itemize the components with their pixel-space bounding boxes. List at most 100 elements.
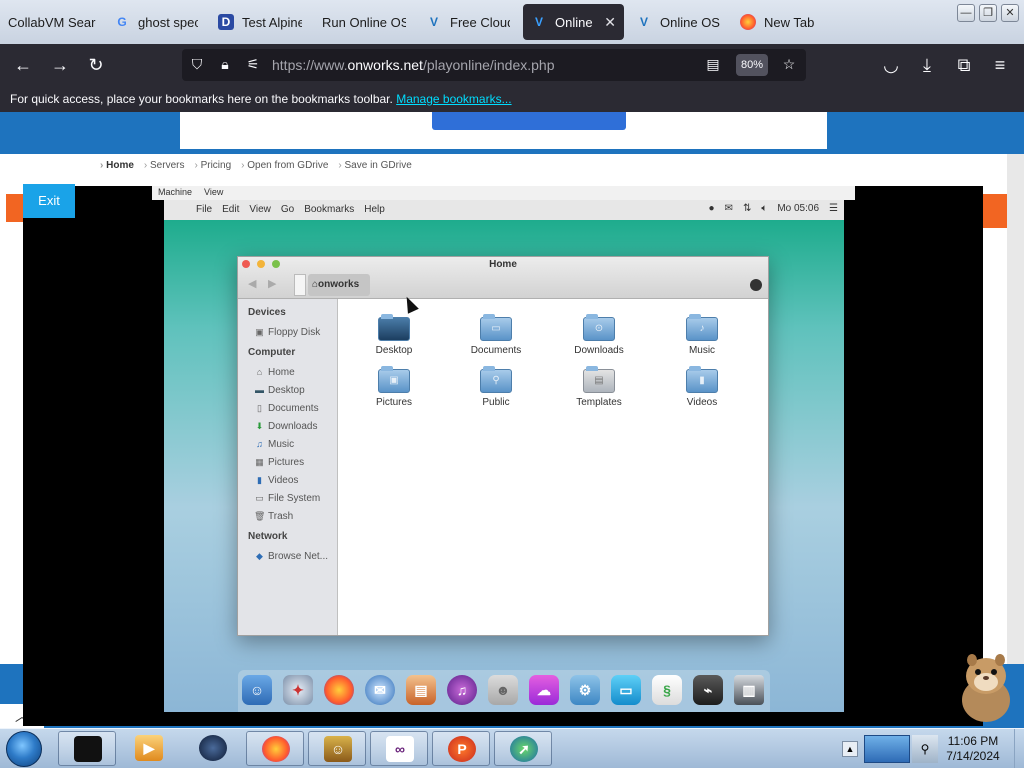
forward-arrow-icon[interactable]: ▶	[268, 277, 276, 290]
tab-collabvm[interactable]: CollabVM Searc	[0, 4, 104, 40]
reload-button[interactable]: ↻	[83, 52, 109, 78]
close-window-button[interactable]: ✕	[1001, 4, 1019, 22]
minimize-button[interactable]: —	[957, 4, 975, 22]
guest-desktop[interactable]: File Edit View Go Bookmarks Help ● ✉ ⇅ 🔈…	[164, 200, 844, 712]
folder-music[interactable]: ♪ Music	[662, 314, 742, 356]
back-arrow-icon[interactable]: ◀	[248, 277, 256, 290]
list-icon[interactable]: ☰	[829, 203, 838, 214]
sidebar-item-downloads[interactable]: ⬇ Downloads	[254, 421, 318, 432]
taskbar-app-media[interactable]: ▶	[120, 731, 178, 766]
pocket-icon[interactable]: ◡	[878, 52, 904, 78]
nav-servers[interactable]: Servers	[144, 160, 184, 171]
downloads-icon[interactable]: ⤓	[914, 52, 940, 78]
start-button[interactable]	[6, 731, 42, 767]
itunes-icon[interactable]: ♫	[447, 675, 477, 705]
guest-menu-view[interactable]: View	[249, 204, 271, 215]
folder-pictures[interactable]: ▣ Pictures	[354, 366, 434, 408]
sidebar-item-browse-network[interactable]: ◆ Browse Net...	[254, 551, 328, 562]
guest-clock[interactable]: Mo 05:06	[777, 203, 819, 214]
sidebar-item-home[interactable]: ⌂ Home	[254, 367, 295, 378]
lock-icon[interactable]: 🔒︎	[216, 56, 234, 74]
forward-button[interactable]: →	[47, 52, 73, 78]
taskbar-app-box[interactable]: ☺	[308, 731, 366, 766]
reader-view-icon[interactable]: ▤	[704, 56, 722, 74]
sidebar-item-file-system[interactable]: ▭ File System	[254, 493, 320, 504]
folder-desktop[interactable]: Desktop	[354, 314, 434, 356]
folder-downloads[interactable]: ⊙ Downloads	[559, 314, 639, 356]
taskbar-app-globe[interactable]	[184, 731, 242, 766]
sidebar-item-trash[interactable]: 🗑︎ Trash	[254, 511, 293, 522]
terminal-icon[interactable]: ⌁	[693, 675, 723, 705]
show-desktop-button[interactable]	[1014, 729, 1024, 768]
sidebar-item-floppy-disk[interactable]: ▣ Floppy Disk	[254, 327, 320, 338]
trash-icon[interactable]: ▥	[734, 675, 764, 705]
tab-test-alpine[interactable]: D Test Alpine	[210, 4, 310, 40]
close-tab-icon[interactable]: ✕	[604, 14, 616, 31]
taskbar-app-visual-studio[interactable]: ∞	[370, 731, 428, 766]
vm-menu-view[interactable]: View	[204, 187, 223, 199]
guest-menu-file[interactable]: File	[196, 204, 212, 215]
sidebar-item-pictures[interactable]: ▦ Pictures	[254, 457, 304, 468]
menu-icon[interactable]: ≡	[987, 52, 1013, 78]
tab-run-online-os[interactable]: Run Online OS	[314, 4, 414, 40]
folder-videos[interactable]: ▮ Videos	[662, 366, 742, 408]
tray-app-icon[interactable]	[864, 735, 910, 763]
taskbar-app-p[interactable]: P	[432, 731, 490, 766]
tab-google[interactable]: G ghost specto	[106, 4, 206, 40]
photos-icon[interactable]: ▤	[406, 675, 436, 705]
nav-home[interactable]: Home	[100, 160, 134, 171]
thunderbird-icon[interactable]: ✉	[365, 675, 395, 705]
page-scrollbar[interactable]	[1007, 154, 1024, 664]
nav-pricing[interactable]: Pricing	[194, 160, 232, 171]
settings-icon[interactable]: ⚙	[570, 675, 600, 705]
tab-online-os-active[interactable]: V Online O ✕	[523, 4, 624, 40]
guest-menu-go[interactable]: Go	[281, 204, 294, 215]
sidebar-item-desktop[interactable]: ▬ Desktop	[254, 385, 305, 396]
tab-new-tab[interactable]: New Tab	[732, 4, 832, 40]
sidebar-item-videos[interactable]: ▮ Videos	[254, 475, 298, 486]
taskbar-app-vm[interactable]	[58, 731, 116, 766]
path-toggle-button[interactable]	[294, 274, 306, 296]
exit-button[interactable]: Exit	[23, 184, 75, 218]
sidebar-item-music[interactable]: ♫ Music	[254, 439, 294, 450]
mail-icon[interactable]: ✉	[725, 203, 733, 214]
extensions-icon[interactable]: ⧉	[951, 52, 977, 78]
tab-free-cloud[interactable]: V Free Cloud	[418, 4, 518, 40]
system-clock[interactable]: 11:06 PM 7/14/2024	[940, 734, 1006, 764]
permissions-icon[interactable]: ⚟	[244, 56, 262, 74]
taskbar-app-firefox[interactable]	[246, 731, 304, 766]
vm-menu-machine[interactable]: Machine	[158, 187, 192, 199]
evernote-icon[interactable]: §	[652, 675, 682, 705]
firefox-icon[interactable]	[324, 675, 354, 705]
back-button[interactable]: ←	[10, 52, 36, 78]
url-bar[interactable]: ⛉ 🔒︎ ⚟ https://www.onworks.net/playonlin…	[182, 49, 806, 81]
restore-button[interactable]: ❐	[979, 4, 997, 22]
folder-templates[interactable]: ▤ Templates	[559, 366, 639, 408]
window-titlebar[interactable]: Home ◀ ▶ ⌂onworks	[238, 257, 768, 299]
zoom-indicator[interactable]: 80%	[736, 54, 768, 76]
url-text[interactable]: https://www.onworks.net/playonline/index…	[272, 57, 555, 73]
folder-documents[interactable]: ▭ Documents	[456, 314, 536, 356]
nav-open-gdrive[interactable]: Open from GDrive	[241, 160, 328, 171]
guest-menu-edit[interactable]: Edit	[222, 204, 239, 215]
spotlight-icon[interactable]: ●	[709, 203, 715, 214]
path-button-home[interactable]: ⌂onworks	[308, 274, 370, 296]
taskbar-app-globe-green[interactable]: ➚	[494, 731, 552, 766]
folder-public[interactable]: ⚲ Public	[456, 366, 536, 408]
display-icon[interactable]: ▭	[611, 675, 641, 705]
finder-icon[interactable]: ☺	[242, 675, 272, 705]
show-hidden-icons-button[interactable]: ▲	[842, 741, 858, 757]
icloud-icon[interactable]: ☁	[529, 675, 559, 705]
manage-bookmarks-link[interactable]: Manage bookmarks...	[396, 92, 511, 106]
safari-icon[interactable]: ✦	[283, 675, 313, 705]
nav-save-gdrive[interactable]: Save in GDrive	[338, 160, 412, 171]
guest-menu-help[interactable]: Help	[364, 204, 385, 215]
guest-menu-bookmarks[interactable]: Bookmarks	[304, 204, 354, 215]
shield-icon[interactable]: ⛉	[188, 56, 206, 74]
action-gear-icon[interactable]	[750, 279, 762, 291]
network-tray-icon[interactable]: ⚲	[912, 735, 938, 763]
sidebar-item-documents[interactable]: ▯ Documents	[254, 403, 319, 414]
tab-online-os[interactable]: V Online OS	[628, 4, 728, 40]
download-button[interactable]	[432, 112, 626, 130]
volume-icon[interactable]: 🔈︎	[761, 203, 767, 214]
